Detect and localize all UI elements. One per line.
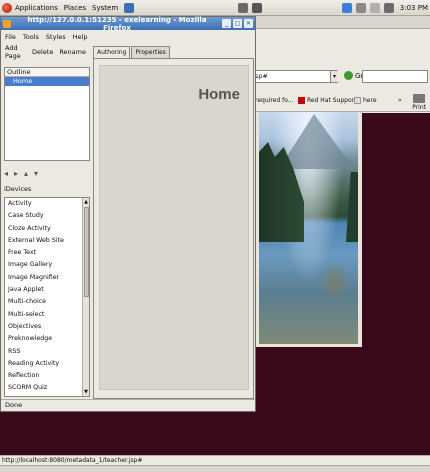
lake-photo: [256, 112, 362, 347]
idevice-item[interactable]: Image Magnifier: [5, 272, 89, 284]
top-panel: Applications Places System 3:03 PM: [0, 0, 430, 16]
print-label: Print: [412, 104, 426, 111]
print-button[interactable]: Print: [412, 94, 426, 111]
demote-icon[interactable]: ▸: [14, 169, 18, 178]
idevice-item[interactable]: Free Text: [5, 247, 89, 259]
menu-bar: File Tools Styles Help: [1, 30, 255, 43]
bookmarks-toolbar: s required fo... Red Hat Support here » …: [250, 92, 430, 112]
node-move-toolbar: ◂ ▸ ▴ ▾: [4, 167, 44, 179]
screen-icon[interactable]: [355, 2, 366, 13]
volume-icon[interactable]: [383, 2, 394, 13]
add-page-button[interactable]: Add Page: [5, 44, 26, 60]
delete-button[interactable]: Delete: [32, 48, 53, 56]
idevice-item[interactable]: External Web Site: [5, 235, 89, 247]
update-notifier-icon[interactable]: [341, 2, 352, 13]
tab-authoring[interactable]: Authoring: [93, 46, 131, 58]
bookmark-here-label: here: [363, 97, 377, 104]
idevices-header: iDevices: [4, 185, 32, 193]
outline-toolbar: Add Page Delete Rename: [1, 44, 92, 60]
idevices-list: Activity Case Study Cloze Activity Exter…: [4, 197, 90, 397]
system-menu[interactable]: System: [92, 4, 118, 12]
bookmark-redhat-support[interactable]: Red Hat Support: [298, 97, 356, 104]
move-down-icon[interactable]: ▾: [34, 169, 38, 178]
left-column: Add Page Delete Rename Outline Home ◂ ▸ …: [1, 44, 92, 398]
search-input[interactable]: [362, 70, 428, 83]
idevice-item[interactable]: Case Study: [5, 210, 89, 222]
scroll-up-icon[interactable]: ▲: [83, 198, 89, 206]
idevice-item[interactable]: Java Applet: [5, 284, 89, 296]
network-status-icon[interactable]: [369, 2, 380, 13]
idevice-item[interactable]: Multi-select: [5, 309, 89, 321]
status-bar: Done: [1, 399, 255, 411]
idevice-item[interactable]: Activity: [5, 198, 89, 210]
tab-properties[interactable]: Properties: [131, 46, 170, 58]
bookmark-here[interactable]: here: [354, 97, 377, 104]
close-icon[interactable]: ✕: [244, 19, 253, 28]
maximize-icon[interactable]: □: [233, 19, 242, 28]
redhat-icon: [298, 97, 305, 104]
window-titlebar[interactable]: http://127.0.0.1:51235 - exelearning - M…: [1, 15, 255, 32]
url-row: jsp# ▾ Go: [250, 70, 430, 86]
idevice-item[interactable]: Cloze Activity: [5, 223, 89, 235]
idevice-item[interactable]: Objectives: [5, 321, 89, 333]
idevice-item[interactable]: Image Gallery: [5, 259, 89, 271]
network-icon[interactable]: [237, 2, 248, 13]
terminal-launcher-icon[interactable]: [251, 2, 262, 13]
menu-styles[interactable]: Styles: [46, 33, 66, 41]
idevices-scrollbar[interactable]: ▲ ▼: [82, 198, 89, 396]
applications-menu[interactable]: Applications: [15, 4, 58, 12]
authoring-content: Home: [99, 65, 249, 390]
exe-window: http://127.0.0.1:51235 - exelearning - M…: [0, 16, 256, 412]
window-title: http://127.0.0.1:51235 - exelearning - M…: [27, 15, 207, 32]
outline-header: Outline: [5, 68, 89, 77]
promote-icon[interactable]: ◂: [4, 169, 8, 178]
idevice-item[interactable]: SCORM Quiz: [5, 382, 89, 394]
printer-icon: [413, 94, 426, 103]
rename-button[interactable]: Rename: [59, 48, 86, 56]
tab-strip: Authoring Properties: [93, 46, 171, 58]
bookmark-required[interactable]: s required fo...: [250, 97, 293, 104]
scroll-thumb[interactable]: [84, 207, 89, 297]
menu-file[interactable]: File: [5, 33, 16, 41]
idevice-item[interactable]: RSS: [5, 346, 89, 358]
go-arrow-icon: [344, 71, 353, 80]
idevice-item[interactable]: Multi-choice: [5, 296, 89, 308]
menu-help[interactable]: Help: [73, 33, 88, 41]
outline-node-home[interactable]: Home: [5, 77, 89, 86]
firefox-icon: [3, 19, 11, 28]
background-status-bar: http://localhost:8080/metadata_1/teacher…: [0, 455, 430, 465]
page-title: Home: [198, 86, 240, 103]
scroll-down-icon[interactable]: ▼: [83, 388, 89, 396]
move-up-icon[interactable]: ▴: [24, 169, 28, 178]
bottom-taskbar: [0, 465, 430, 472]
clock[interactable]: 3:03 PM: [400, 4, 428, 12]
authoring-pane: Home: [93, 58, 254, 399]
firefox-launcher-icon[interactable]: [124, 2, 135, 13]
minimize-icon[interactable]: _: [222, 19, 231, 28]
idevice-item[interactable]: Reading Activity: [5, 358, 89, 370]
outline-tree: Outline Home: [4, 67, 90, 161]
url-dropdown-icon[interactable]: ▾: [330, 71, 338, 82]
chevron-icon[interactable]: »: [398, 97, 402, 104]
page-icon: [354, 97, 361, 104]
background-titlebar: [250, 16, 430, 29]
places-menu[interactable]: Places: [64, 4, 86, 12]
url-field[interactable]: jsp#: [250, 70, 338, 83]
menu-tools[interactable]: Tools: [23, 33, 39, 41]
idevice-item[interactable]: Preknowledge: [5, 333, 89, 345]
gnome-foot-icon[interactable]: [2, 2, 12, 13]
idevice-item[interactable]: Reflection: [5, 370, 89, 382]
bookmark-redhat-label: Red Hat Support: [307, 97, 357, 104]
